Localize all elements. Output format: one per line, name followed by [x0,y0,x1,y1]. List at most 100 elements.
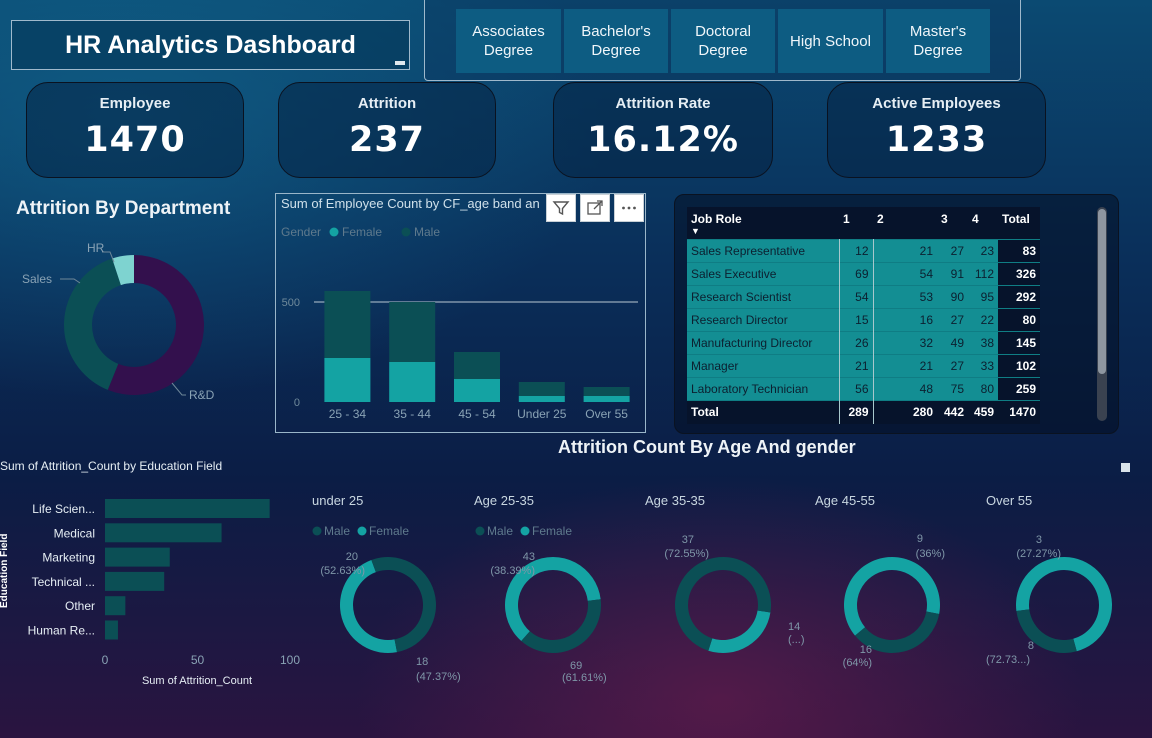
age-legend-title: Gender [281,225,321,239]
age-band-chart-panel[interactable]: Sum of Employee Count by CF_age band an … [275,193,646,433]
donut-data-label: 9 [917,533,923,545]
donut-data-label: 14 [788,621,800,633]
donut-data-label: (72.55%) [664,548,709,560]
education-bar-chart: Education Field Life Scien... Medical Mark… [0,499,300,687]
age-bar-female[interactable] [454,379,500,402]
table-cell-role: Sales Executive [687,261,840,285]
table-cell-value: 280 [873,399,937,424]
age-bar-male[interactable] [583,387,630,396]
age-bar-male[interactable] [454,352,500,379]
age-bar-male[interactable] [324,291,371,358]
donut-data-label: 16 [860,644,872,656]
header-total[interactable]: Total [998,207,1040,239]
donut-slice-male[interactable] [1016,609,1077,653]
table-row[interactable]: Sales Representative 12 21 27 23 83 [687,238,1040,262]
age-bar-female[interactable] [583,396,630,402]
kpi-employee-card: Employee 1470 [26,82,244,178]
education-ylabel: Education Field [0,534,10,608]
education-bar[interactable] [105,571,165,591]
table-scrollbar[interactable] [1097,207,1107,421]
education-xlabel: Sum of Attrition_Count [142,675,252,687]
age-bar-male[interactable] [518,382,565,396]
table-cell-value: 33 [968,353,998,377]
age-xtick-label: Over 55 [585,407,628,421]
age-bar-female[interactable] [389,362,436,402]
education-bar[interactable] [105,596,126,616]
age-bar-male[interactable] [389,302,436,362]
header-job-role[interactable]: Job Role ▼ [687,207,839,239]
table-total-row[interactable]: Total 289 280 442 459 1470 [687,399,1040,424]
legend-female-marker-2 [520,526,530,536]
age-bar-female[interactable] [324,358,371,402]
table-cell-value: 259 [998,376,1040,400]
table-cell-role: Manager [687,353,840,377]
donut-data-label: 20 [346,551,358,563]
table-row[interactable]: Laboratory Technician 56 48 75 80 259 [687,376,1040,400]
visual-resize-icon[interactable] [1121,463,1130,472]
header-level-4[interactable]: 4 [968,207,998,239]
table-cell-value: 326 [998,261,1040,285]
table-cell-role: Manufacturing Director [687,330,840,354]
age-bar-female[interactable] [518,396,565,402]
dept-label-rd: R&D [189,388,215,402]
table-cell-value: 49 [937,330,968,354]
department-donut-chart: HR Sales R&D [22,241,215,402]
gender-donut-title: Age 45-55 [815,493,875,508]
slicer-masters[interactable]: Master's Degree [886,9,990,73]
donut-data-label: 18 [416,656,428,668]
table-row[interactable]: Research Director 15 16 27 22 80 [687,307,1040,331]
table-cell-value: 12 [839,238,874,262]
slicer-bachelors[interactable]: Bachelor's Degree [564,9,668,73]
gender-donut-title: under 25 [312,493,363,508]
age-legend-female: Female [342,225,382,239]
education-category-label: Marketing [42,551,95,565]
education-bar[interactable] [105,620,118,640]
table-cell-role: Laboratory Technician [687,376,840,400]
table-row[interactable]: Manager 21 21 27 33 102 [687,353,1040,377]
legend-male-marker-1 [312,526,322,536]
slicer-doctoral[interactable]: Doctoral Degree [671,9,775,73]
donut-data-label: (36%) [916,548,945,560]
resize-grip-icon[interactable] [395,61,405,65]
job-role-table: Job Role ▼ 1 2 3 4 Total Sales Representa… [687,207,1040,424]
header-level-3[interactable]: 3 [937,207,968,239]
slicer-associates[interactable]: Associates Degree [456,9,561,73]
table-cell-value: 75 [937,376,968,400]
table-row[interactable]: Sales Executive 69 54 91 112 326 [687,261,1040,285]
table-cell-value: 80 [968,376,998,400]
table-row[interactable]: Research Scientist 54 53 90 95 292 [687,284,1040,308]
department-chart-title: Attrition By Department [16,198,231,219]
table-cell-value: 27 [937,307,968,331]
header-level-1[interactable]: 1 [839,207,873,239]
kpi-active-employees-card: Active Employees 1233 [827,82,1046,178]
gender-legend-female-2: Female [532,524,572,538]
table-scrollbar-thumb[interactable] [1098,209,1106,374]
gender-donut-title: Age 35-35 [645,493,705,508]
header-level-2[interactable]: 2 [873,207,937,239]
table-cell-value: 16 [873,307,937,331]
table-cell-role: Sales Representative [687,238,840,262]
table-row[interactable]: Manufacturing Director 26 32 49 38 145 [687,330,1040,354]
education-xtick-label: 0 [102,653,109,667]
education-bar[interactable] [105,547,170,567]
donut-slice-female[interactable] [708,610,771,653]
kpi-attrition-rate-card: Attrition Rate 16.12% [553,82,773,178]
table-cell-value: 38 [968,330,998,354]
age-ytick-label: 500 [282,297,300,309]
donut-data-label: (64%) [843,657,872,669]
dept-label-hr: HR [87,241,105,255]
education-bar[interactable] [105,523,222,543]
education-bar[interactable] [105,499,270,518]
donut-slice-male[interactable] [521,599,601,653]
job-role-table-panel[interactable]: Job Role ▼ 1 2 3 4 Total Sales Representa… [674,194,1119,434]
slicer-high-school[interactable]: High School [778,9,883,73]
donut-data-label: 3 [1036,534,1042,546]
donut-data-label: (38.39%) [490,565,535,577]
table-cell-value: 27 [937,353,968,377]
kpi-value: 1470 [84,120,186,160]
table-header-row: Job Role ▼ 1 2 3 4 Total [687,207,1040,239]
slice-sales[interactable] [64,258,121,390]
donut-slice-male[interactable] [371,557,436,653]
table-cell-value: 54 [873,261,937,285]
donut-data-label: 69 [570,660,582,672]
